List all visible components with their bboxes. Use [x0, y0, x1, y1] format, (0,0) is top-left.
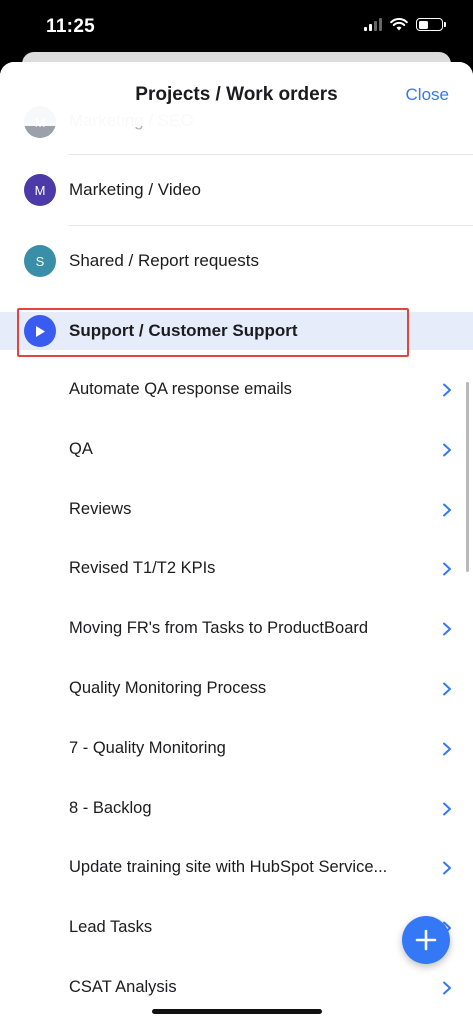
chevron-right-icon	[443, 503, 451, 517]
chevron-right-icon	[443, 562, 451, 576]
chevron-right-icon	[443, 383, 451, 397]
list-item[interactable]: M Marketing / Video	[0, 158, 473, 224]
status-bar: 11:25	[0, 0, 473, 52]
task-label: 8 - Backlog	[69, 798, 152, 817]
cellular-signal-icon	[364, 18, 382, 31]
sheet-header: Projects / Work orders Close	[0, 62, 473, 126]
status-time: 11:25	[46, 16, 96, 37]
task-label: Automate QA response emails	[69, 380, 292, 398]
divider	[69, 225, 473, 226]
chevron-right-icon	[443, 802, 451, 816]
list-item[interactable]: S Shared / Report requests	[0, 228, 473, 294]
scrollbar[interactable]	[466, 382, 469, 572]
chevron-right-icon	[443, 443, 451, 457]
task-label: 7 - Quality Monitoring	[69, 738, 226, 757]
task-label: Update training site with HubSpot Servic…	[69, 858, 388, 877]
home-indicator	[152, 1009, 322, 1014]
task-row[interactable]: 8 - Backlog	[0, 780, 473, 838]
selection-highlight	[17, 308, 409, 357]
close-button[interactable]: Close	[406, 85, 449, 105]
task-row[interactable]: Moving FR's from Tasks to ProductBoard	[0, 600, 473, 658]
projects-sheet: M Marketing / SEO M Marketing / Video S …	[0, 62, 473, 1024]
task-row[interactable]: Reviews	[0, 481, 473, 539]
chevron-right-icon	[443, 682, 451, 696]
task-label: Reviews	[69, 499, 132, 518]
chevron-right-icon	[443, 861, 451, 875]
task-row[interactable]: 7 - Quality Monitoring	[0, 720, 473, 778]
plus-icon	[415, 929, 437, 951]
task-label: Revised T1/T2 KPIs	[69, 559, 216, 578]
task-row[interactable]: Automate QA response emails	[0, 361, 473, 419]
task-row[interactable]: QA	[0, 421, 473, 479]
task-label: Quality Monitoring Process	[69, 679, 267, 697]
chevron-right-icon	[443, 742, 451, 756]
add-button[interactable]	[402, 916, 450, 964]
project-avatar: S	[24, 245, 56, 277]
wifi-icon	[390, 18, 408, 31]
task-label: QA	[69, 439, 93, 458]
project-avatar: M	[24, 174, 56, 206]
battery-icon	[416, 18, 446, 31]
task-row[interactable]: Update training site with HubSpot Servic…	[0, 839, 473, 897]
task-row[interactable]: Revised T1/T2 KPIs	[0, 540, 473, 598]
task-label: CSAT Analysis	[69, 978, 177, 996]
page-title: Projects / Work orders	[135, 84, 338, 105]
task-row[interactable]: Lead Tasks	[0, 899, 473, 957]
chevron-right-icon	[443, 622, 451, 636]
project-label: Shared / Report requests	[69, 251, 259, 270]
project-label: Marketing / Video	[69, 180, 201, 199]
status-icons	[364, 18, 446, 31]
task-label: Moving FR's from Tasks to ProductBoard	[69, 619, 369, 638]
task-row[interactable]: Quality Monitoring Process	[0, 660, 473, 718]
chevron-right-icon	[443, 981, 451, 995]
task-label: Lead Tasks	[69, 918, 153, 937]
divider	[69, 154, 473, 155]
